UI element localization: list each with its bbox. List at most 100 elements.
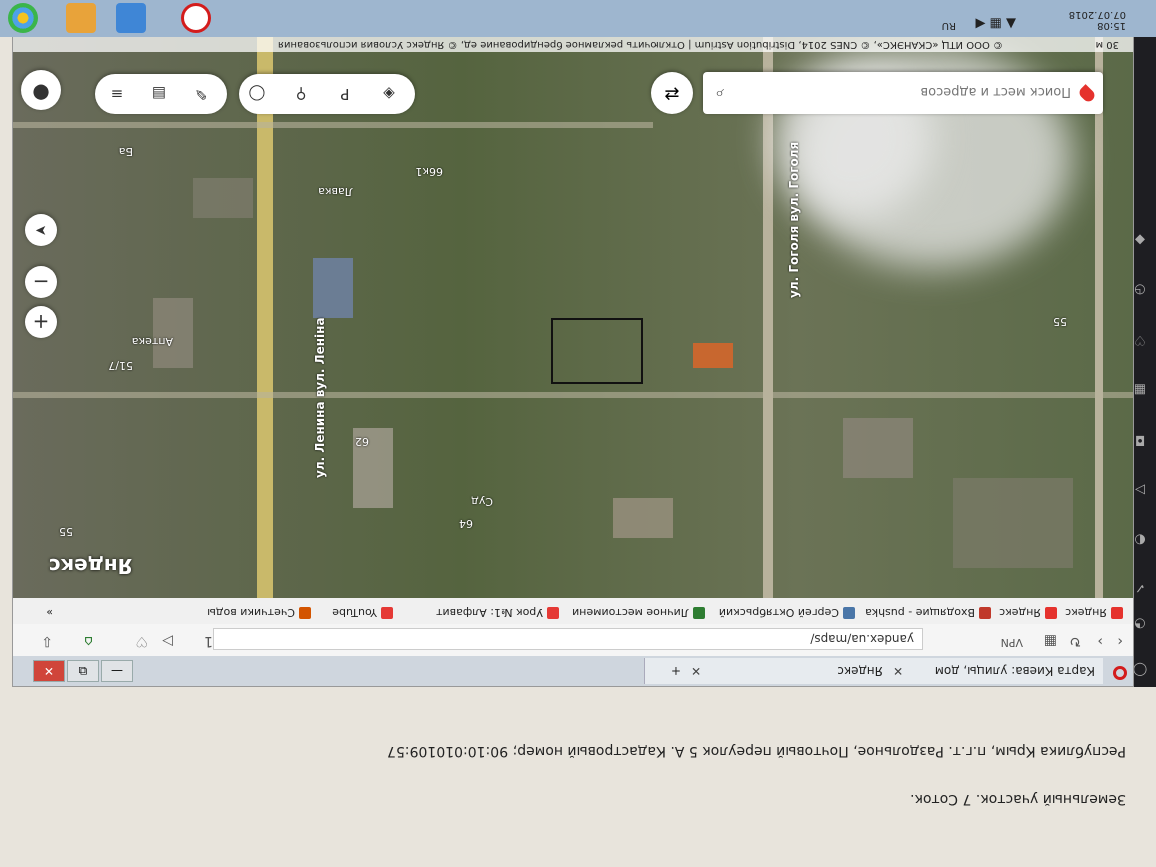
tray-language[interactable]: RU	[942, 20, 956, 31]
satellite-map[interactable]: ул. Ленина вул. Леніна ул. Гоголя вул. Г…	[13, 36, 1133, 598]
tab-bar: Карта Киева: улицы, дом ✕ Яндекс ✕ + — ⧉…	[13, 656, 1133, 686]
building	[153, 298, 193, 368]
bookmarks-bar: Яндекс Яндекс Входящие - pushka Сергей О…	[13, 597, 1133, 624]
layers-icon[interactable]: ◈	[377, 82, 401, 106]
map-search-input[interactable]	[769, 81, 1073, 103]
tab-label: Карта Киева: улицы, дом	[934, 664, 1095, 678]
house-number: 55	[1053, 315, 1067, 328]
poi-label[interactable]: Аптека	[132, 335, 173, 348]
minimize-button[interactable]: —	[101, 660, 133, 682]
tab-close-icon[interactable]: ✕	[691, 658, 701, 684]
tab-yandex[interactable]: Яндекс ✕	[682, 658, 891, 684]
app-icon[interactable]	[116, 3, 146, 33]
close-button[interactable]: ✕	[33, 660, 65, 682]
building	[613, 498, 673, 538]
file-explorer-icon[interactable]	[66, 3, 96, 33]
road-gogolya	[763, 36, 773, 598]
vpn-badge[interactable]: VPN	[1001, 636, 1023, 649]
map-search-box: ⌕	[703, 72, 1103, 114]
tray-clock[interactable]: 15:08 07.07.2018	[1069, 9, 1126, 31]
opera-logo-icon[interactable]: ◯	[1132, 661, 1148, 677]
yandex-icon	[1111, 607, 1123, 619]
geolocation-button[interactable]: ➤	[25, 214, 57, 246]
profile-button[interactable]: ●	[21, 70, 61, 110]
plus-icon: +	[670, 664, 681, 678]
clock-time: 15:08	[1097, 20, 1126, 31]
house-number: 55	[59, 525, 73, 538]
adblock-badge[interactable]: 1	[204, 633, 213, 649]
tab-close-icon[interactable]: ✕	[893, 658, 903, 684]
bookmark-item[interactable]: Личное местоимени	[572, 606, 705, 619]
opera-menu-icon[interactable]	[1113, 666, 1127, 680]
bookmark-item[interactable]: Сергей Октябрьский	[719, 606, 855, 619]
scale-label: 30 м	[1095, 39, 1119, 50]
download-icon[interactable]: ⇩	[41, 633, 53, 649]
street-label-lenina: ул. Ленина вул. Леніна	[313, 317, 327, 478]
tray-icons[interactable]: ▲ ▦ ◀	[975, 16, 1016, 31]
send-icon[interactable]: ▷	[1132, 481, 1148, 497]
vk-icon	[843, 607, 855, 619]
route-button[interactable]: ⇄	[651, 72, 693, 114]
speed-dial-icon[interactable]: ▦	[1132, 381, 1148, 397]
reload-icon[interactable]: ↻	[1069, 633, 1081, 649]
pin-icon	[1077, 84, 1097, 104]
url-input[interactable]: yandex.ua/maps/	[213, 628, 923, 650]
bookmarks-more-button[interactable]: »	[46, 606, 53, 619]
forward-icon[interactable]: ›	[1097, 633, 1103, 649]
tab-map-kiev[interactable]: Карта Киева: улицы, дом ✕	[884, 658, 1103, 684]
bookmark-item[interactable]: YouTube	[332, 606, 393, 619]
clock-date: 07.07.2018	[1068, 9, 1126, 20]
history-icon[interactable]: ◷	[1132, 281, 1148, 297]
camera-icon[interactable]: ◘	[1132, 431, 1148, 447]
building-blue-roof	[313, 258, 353, 318]
bookmark-item[interactable]: Входящие - pushka	[865, 606, 991, 619]
vk-icon[interactable]: ✓	[1132, 579, 1148, 595]
home-icon[interactable]: ⌂	[84, 633, 93, 649]
browser-window: Карта Киева: улицы, дом ✕ Яндекс ✕ + — ⧉…	[12, 35, 1134, 687]
ruler-icon[interactable]: ✎	[189, 82, 213, 106]
map-attribution: © ООО ИТЦ «СКАНЭКС», © CNES 2014, Distri…	[13, 36, 1133, 52]
user-icon: ●	[32, 82, 50, 106]
house-number: 51/7	[108, 359, 133, 372]
windows-taskbar: RU ▲ ▦ ◀ 15:08 07.07.2018	[0, 0, 1156, 37]
zoom-in-button[interactable]: +	[25, 306, 57, 338]
poi-label[interactable]: Ба	[119, 145, 133, 158]
paper-photo: ◯ ◔ ✓ ◐ ▷ ◘ ▦ ♡ ◷ ◆ Карта Киева: улицы, …	[0, 0, 1156, 867]
house-number: 64	[459, 517, 473, 530]
print-icon[interactable]: ▤	[147, 82, 171, 106]
menu-icon[interactable]: ≡	[105, 82, 129, 106]
panorama-icon[interactable]: ◯	[245, 82, 269, 106]
bookmark-item[interactable]: Счетчики воды	[207, 606, 311, 619]
extensions-icon[interactable]: ◆	[1132, 231, 1148, 247]
traffic-icon[interactable]: ⚲	[289, 82, 313, 106]
restore-button[interactable]: ⧉	[67, 660, 99, 682]
yandex-logo: Яндекс	[48, 554, 133, 578]
heart-icon[interactable]: ♡	[135, 633, 148, 649]
zoom-out-button[interactable]: −	[25, 266, 57, 298]
youtube-icon	[547, 607, 559, 619]
yandex-icon	[1045, 607, 1057, 619]
search-icon[interactable]: ⌕	[715, 84, 724, 104]
road	[1095, 36, 1103, 598]
opera-taskbar-icon[interactable]	[181, 3, 211, 33]
poi-label[interactable]: Лавка	[318, 185, 353, 198]
send-icon[interactable]: ▷	[162, 633, 173, 649]
building-red-roof	[693, 343, 733, 368]
speed-dial-icon[interactable]: ▦	[1044, 633, 1057, 649]
caption-title: Земельный участок. 7 Соток.	[910, 791, 1126, 807]
new-tab-button[interactable]: +	[644, 658, 689, 684]
map-tools-group: ✎ ▤ ≡	[95, 74, 227, 114]
tab-label: Яндекс	[837, 664, 883, 678]
building	[843, 418, 913, 478]
bookmark-item[interactable]: Урок №1: Алфавит	[436, 606, 559, 619]
parking-icon[interactable]: P	[333, 82, 357, 106]
whatsapp-icon[interactable]: ◔	[1132, 615, 1148, 631]
back-icon[interactable]: ‹	[1117, 633, 1123, 649]
bookmark-item[interactable]: Яндекс	[1065, 606, 1123, 619]
house-number: 66к1	[415, 165, 443, 178]
bookmark-item[interactable]: Яндекс	[999, 606, 1057, 619]
messenger-icon[interactable]: ◐	[1132, 531, 1148, 547]
start-button[interactable]	[8, 3, 38, 33]
poi-label[interactable]: Суд	[471, 495, 493, 508]
heart-icon[interactable]: ♡	[1132, 331, 1148, 347]
